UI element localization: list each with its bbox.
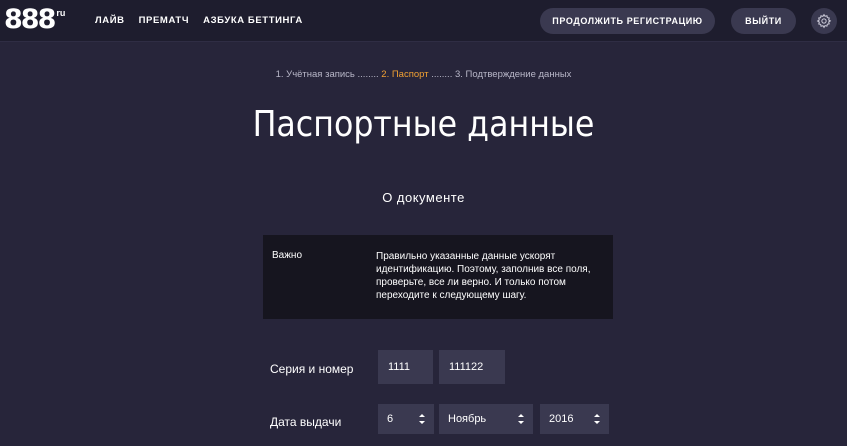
issue-year-select[interactable]: 2016 [540, 404, 609, 434]
step-separator: ........ [428, 69, 455, 80]
logout-button[interactable]: ВЫЙТИ [731, 8, 796, 34]
logo-digits: 888 [4, 4, 56, 35]
issue-day-select[interactable]: 6 [378, 404, 434, 434]
top-header: 888 ru ЛАЙВ ПРЕМАТЧ АЗБУКА БЕТТИНГА ПРОД… [0, 0, 847, 42]
issue-day-value: 6 [387, 413, 394, 425]
logo-suffix: ru [56, 8, 66, 18]
step-confirmation: 3. Подтверждение данных [454, 69, 572, 80]
issue-date-label: Дата выдачи [270, 415, 342, 429]
step-passport: 2. Паспорт [381, 69, 429, 80]
sort-arrows-icon [518, 414, 524, 424]
passport-number-input[interactable]: 111122 [439, 350, 505, 384]
logo[interactable]: 888 ru [4, 4, 76, 36]
section-title: О документе [382, 190, 465, 205]
continue-registration-button[interactable]: ПРОДОЛЖИТЬ РЕГИСТРАЦИЮ [540, 8, 715, 34]
nav-live[interactable]: ЛАЙВ [95, 15, 125, 26]
step-separator: ........ [354, 69, 382, 80]
page-title: Паспортные данные [252, 104, 595, 145]
nav-prematch[interactable]: ПРЕМАТЧ [139, 15, 189, 26]
series-number-label: Серия и номер [270, 362, 354, 376]
gear-icon [816, 13, 832, 29]
sort-arrows-icon [594, 414, 600, 424]
important-notice: Важно Правильно указанные данные ускорят… [263, 235, 613, 319]
issue-month-value: Ноябрь [448, 413, 487, 425]
issue-year-value: 2016 [549, 413, 574, 425]
notice-label: Важно [272, 250, 303, 261]
main-nav: ЛАЙВ ПРЕМАТЧ АЗБУКА БЕТТИНГА [95, 0, 303, 40]
step-account: 1. Учётная запись [275, 69, 355, 80]
issue-month-select[interactable]: Ноябрь [439, 404, 533, 434]
notice-text: Правильно указанные данные ускорят идент… [376, 251, 591, 301]
nav-betting-abc[interactable]: АЗБУКА БЕТТИНГА [203, 15, 303, 26]
registration-steps: 1. Учётная запись ........ 2. Паспорт ..… [0, 69, 847, 80]
settings-button[interactable] [811, 8, 837, 34]
passport-series-input[interactable]: 1111 [378, 350, 433, 384]
sort-arrows-icon [419, 414, 425, 424]
